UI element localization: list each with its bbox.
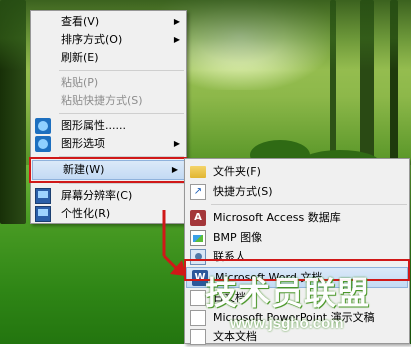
- personalize-icon: [35, 206, 51, 222]
- menu-item-sort-by[interactable]: 排序方式(O) ▶: [31, 31, 186, 49]
- submenu-item-bmp-image[interactable]: BMP 图像: [185, 228, 409, 248]
- menu-item-label: 图形选项: [61, 137, 105, 150]
- graphics-options-icon: [35, 136, 51, 152]
- menu-item-label: 排序方式(O): [61, 33, 123, 46]
- submenu-item-shortcut[interactable]: ↗ 快捷方式(S): [185, 182, 409, 202]
- folder-icon: [190, 166, 206, 178]
- menu-item-label: 粘贴快捷方式(S): [61, 94, 143, 107]
- menu-item-label: 查看(V): [61, 15, 100, 28]
- menu-item-label: 屏幕分辨率(C): [61, 189, 133, 202]
- menu-separator: [59, 70, 184, 71]
- submenu-arrow-icon: ▶: [173, 139, 180, 148]
- menu-item-label: 图形属性......: [61, 119, 126, 132]
- menu-item-label: Microsoft Access 数据库: [213, 211, 341, 224]
- menu-item-refresh[interactable]: 刷新(E): [31, 49, 186, 67]
- menu-separator: [211, 204, 407, 205]
- annotation-highlight-new: [29, 157, 187, 183]
- menu-item-view[interactable]: 查看(V) ▶: [31, 13, 186, 31]
- menu-item-label: 快捷方式(S): [213, 184, 273, 198]
- menu-item-label: BMP 图像: [213, 230, 263, 244]
- menu-item-label: 粘贴(P): [61, 76, 99, 89]
- desktop-context-menu: 查看(V) ▶ 排序方式(O) ▶ 刷新(E) 粘贴(P) 粘贴快捷方式(S) …: [30, 10, 187, 224]
- text-document-icon: [190, 329, 206, 345]
- access-icon: A: [190, 210, 206, 226]
- menu-item-screen-resolution[interactable]: 屏幕分辨率(C): [31, 187, 186, 205]
- graphics-properties-icon: [35, 118, 51, 134]
- menu-item-graphics-properties[interactable]: 图形属性......: [31, 117, 186, 135]
- journal-document-icon: [190, 290, 206, 306]
- shortcut-icon: ↗: [190, 183, 206, 200]
- powerpoint-icon: [190, 309, 206, 326]
- watermark-brand: 技术员联盟: [205, 274, 371, 312]
- menu-separator: [59, 113, 184, 114]
- menu-item-label: 个性化(R): [61, 207, 111, 220]
- screen-resolution-icon: [35, 188, 51, 204]
- menu-item-paste: 粘贴(P): [31, 74, 186, 92]
- menu-item-label: 刷新(E): [61, 51, 99, 64]
- submenu-arrow-icon: ▶: [173, 35, 180, 44]
- annotation-arrow-icon: [162, 210, 186, 276]
- submenu-item-folder[interactable]: 文件夹(F): [185, 162, 409, 182]
- menu-separator: [59, 183, 184, 184]
- menu-item-graphics-options[interactable]: 图形选项 ▶: [31, 135, 186, 153]
- submenu-arrow-icon: ▶: [173, 17, 180, 26]
- menu-item-label: 文件夹(F): [213, 165, 261, 178]
- submenu-item-access-database[interactable]: A Microsoft Access 数据库: [185, 208, 409, 228]
- bmp-image-icon: [190, 229, 206, 246]
- watermark-url: www.jsgho.com: [230, 315, 344, 332]
- menu-item-paste-shortcut: 粘贴快捷方式(S): [31, 92, 186, 110]
